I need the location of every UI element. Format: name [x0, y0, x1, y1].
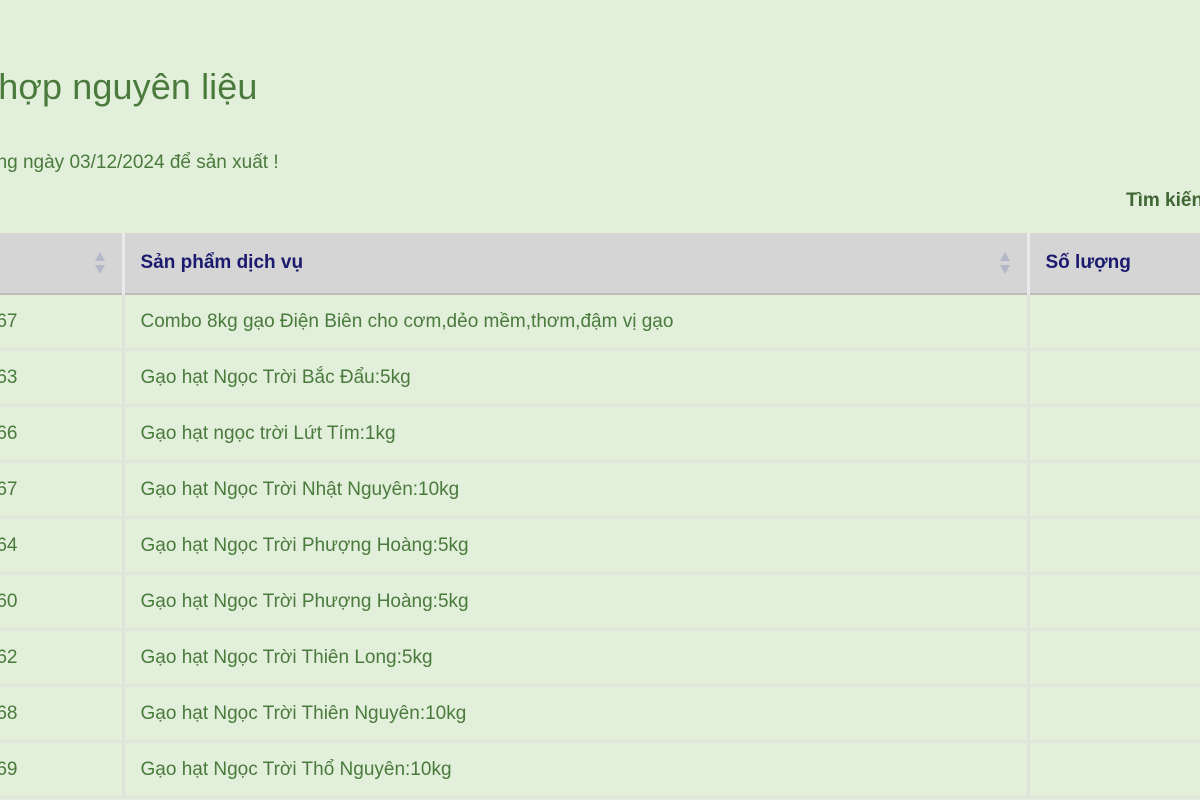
- code-cell: 64: [0, 517, 125, 575]
- code-value: 66: [0, 422, 18, 444]
- code-cell: 67: [0, 461, 125, 519]
- code-value: 60: [0, 590, 18, 612]
- code-value: 67: [0, 310, 18, 332]
- quantity-cell: [1028, 629, 1200, 687]
- page-title: g hợp nguyên liệu: [0, 66, 258, 107]
- sort-icon[interactable]: [94, 250, 106, 276]
- materials-table: Sản phẩm dịch vụ Số lượng 67 Combo 8kg g…: [0, 233, 1200, 799]
- column-header-quantity-label: Số lượng: [1045, 252, 1131, 273]
- code-cell: 67: [0, 294, 125, 351]
- table-row[interactable]: 67 Combo 8kg gạo Điện Biên cho cơm,dẻo m…: [0, 294, 1200, 351]
- code-cell: 60: [0, 573, 125, 631]
- code-cell: 69: [0, 741, 125, 799]
- quantity-cell: [1028, 461, 1200, 519]
- code-cell: 63: [0, 349, 125, 407]
- materials-table-container: Sản phẩm dịch vụ Số lượng 67 Combo 8kg g…: [0, 233, 1200, 799]
- table-row[interactable]: 62 Gạo hạt Ngọc Trời Thiên Long:5kg: [0, 629, 1200, 687]
- page-subtitle: ong ngày 03/12/2024 để sản xuất !: [0, 152, 279, 173]
- quantity-cell: [1028, 685, 1200, 743]
- table-header: Sản phẩm dịch vụ Số lượng: [0, 233, 1200, 295]
- product-cell: Combo 8kg gạo Điện Biên cho cơm,dẻo mềm,…: [123, 294, 1030, 351]
- product-cell: Gạo hạt Ngọc Trời Thiên Nguyên:10kg: [123, 685, 1030, 743]
- quantity-cell: [1028, 517, 1200, 575]
- table-header-row: Sản phẩm dịch vụ Số lượng: [0, 233, 1200, 295]
- table-row[interactable]: 67 Gạo hạt Ngọc Trời Nhật Nguyên:10kg: [0, 461, 1200, 519]
- code-cell: 62: [0, 629, 125, 687]
- code-value: 63: [0, 366, 18, 388]
- product-cell: Gạo hạt Ngọc Trời Phượng Hoàng:5kg: [123, 517, 1030, 575]
- table-row[interactable]: 66 Gạo hạt ngọc trời Lứt Tím:1kg: [0, 405, 1200, 463]
- product-cell: Gạo hạt ngọc trời Lứt Tím:1kg: [123, 405, 1030, 463]
- product-cell: Gạo hạt Ngọc Trời Nhật Nguyên:10kg: [123, 461, 1030, 519]
- code-value: 67: [0, 478, 18, 500]
- table-body: 67 Combo 8kg gạo Điện Biên cho cơm,dẻo m…: [0, 294, 1200, 799]
- column-header-code[interactable]: [0, 233, 125, 295]
- column-header-quantity[interactable]: Số lượng: [1028, 233, 1200, 295]
- code-cell: 66: [0, 405, 125, 463]
- table-row[interactable]: 63 Gạo hạt Ngọc Trời Bắc Đẩu:5kg: [0, 349, 1200, 407]
- code-value: 69: [0, 758, 18, 780]
- quantity-cell: [1028, 741, 1200, 799]
- sort-icon[interactable]: [999, 250, 1011, 276]
- code-value: 62: [0, 646, 18, 668]
- quantity-cell: [1028, 573, 1200, 631]
- product-cell: Gạo hạt Ngọc Trời Thiên Long:5kg: [123, 629, 1030, 687]
- product-cell: Gạo hạt Ngọc Trời Bắc Đẩu:5kg: [123, 349, 1030, 407]
- quantity-cell: [1028, 294, 1200, 351]
- table-row[interactable]: 69 Gạo hạt Ngọc Trời Thổ Nguyên:10kg: [0, 741, 1200, 799]
- product-cell: Gạo hạt Ngọc Trời Thổ Nguyên:10kg: [123, 741, 1030, 799]
- table-row[interactable]: 64 Gạo hạt Ngọc Trời Phượng Hoàng:5kg: [0, 517, 1200, 575]
- table-row[interactable]: 60 Gạo hạt Ngọc Trời Phượng Hoàng:5kg: [0, 573, 1200, 631]
- column-header-product-label: Sản phẩm dịch vụ: [140, 252, 304, 273]
- code-value: 64: [0, 534, 18, 556]
- column-header-product[interactable]: Sản phẩm dịch vụ: [123, 233, 1030, 295]
- code-cell: 68: [0, 685, 125, 743]
- page: g hợp nguyên liệu ong ngày 03/12/2024 để…: [0, 0, 1200, 800]
- product-cell: Gạo hạt Ngọc Trời Phượng Hoàng:5kg: [123, 573, 1030, 631]
- quantity-cell: [1028, 349, 1200, 407]
- search-label: Tìm kiến: [1126, 190, 1200, 211]
- code-value: 68: [0, 702, 18, 724]
- table-row[interactable]: 68 Gạo hạt Ngọc Trời Thiên Nguyên:10kg: [0, 685, 1200, 743]
- quantity-cell: [1028, 405, 1200, 463]
